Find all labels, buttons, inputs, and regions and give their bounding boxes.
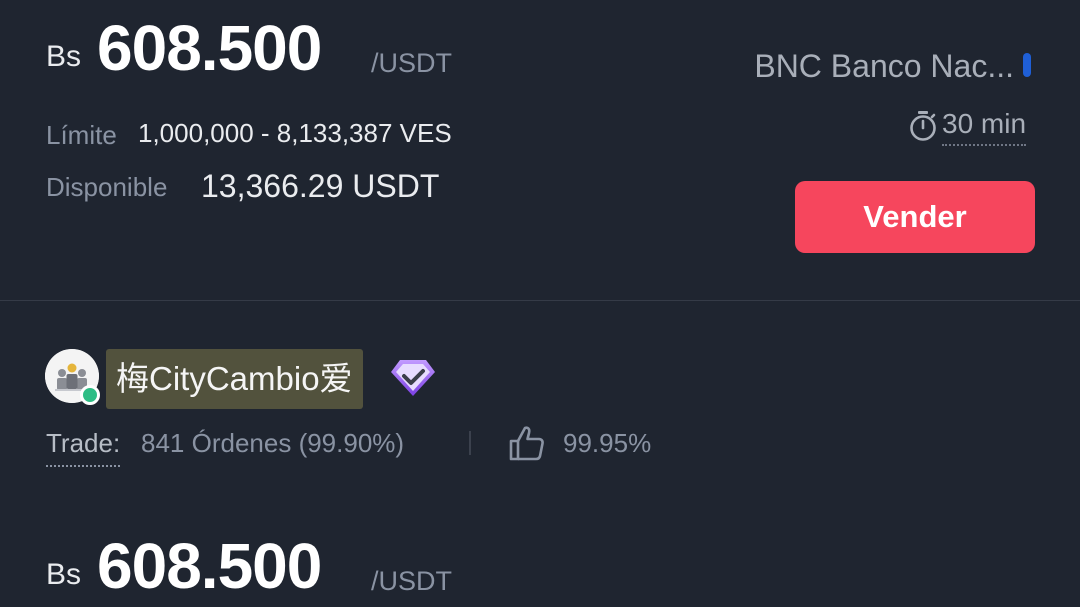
- limit-label: Límite: [46, 120, 117, 150]
- sell-button[interactable]: Vender: [795, 181, 1035, 253]
- p2p-offer-list: Bs 608.500 /USDT BNC Banco Nac... 30 min…: [0, 0, 1080, 607]
- merchant-name[interactable]: 梅CityCambio爱: [106, 349, 363, 409]
- order-stats: 841 Órdenes (99.90%): [141, 428, 404, 459]
- available-label: Disponible: [46, 172, 168, 202]
- price-value: 608.500: [97, 530, 322, 602]
- online-status-dot: [80, 385, 100, 405]
- price-unit: /USDT: [371, 566, 452, 596]
- stats-separator: [469, 431, 471, 455]
- order-count: 841 Órdenes: [141, 428, 292, 458]
- limit-value: 1,000,000 - 8,133,387 VES: [138, 118, 452, 148]
- price-currency: Bs: [46, 558, 82, 591]
- thumbs-up-icon: [509, 426, 544, 461]
- payment-method-color-bar: [1023, 53, 1031, 77]
- price-unit: /USDT: [371, 48, 452, 78]
- available-value: 13,366.29 USDT: [201, 168, 440, 204]
- price-value: 608.500: [97, 12, 322, 84]
- stopwatch-icon: [910, 111, 936, 141]
- trade-label[interactable]: Trade:: [46, 428, 121, 467]
- divider: [0, 300, 1080, 301]
- completion-rate: (99.90%): [298, 428, 405, 458]
- verified-diamond-icon: [391, 360, 435, 396]
- payment-time-limit[interactable]: 30 min: [908, 108, 1032, 150]
- positive-rating: 99.95%: [563, 428, 652, 458]
- price-currency: Bs: [46, 40, 82, 73]
- time-limit-text: 30 min: [942, 108, 1027, 146]
- payment-method-label: BNC Banco Nac...: [754, 48, 1014, 84]
